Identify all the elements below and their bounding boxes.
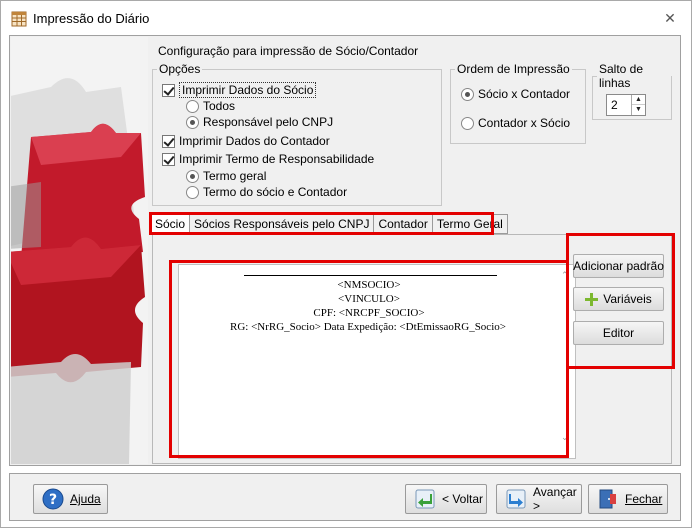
cnpj-responsible-radio[interactable]: Responsável pelo CNPJ xyxy=(186,115,333,129)
cnpj-responsible-label: Responsável pelo CNPJ xyxy=(203,115,334,129)
partner-accountant-order-radio[interactable]: Sócio x Contador xyxy=(461,87,570,101)
variables-button[interactable]: Variáveis xyxy=(573,287,664,311)
signature-line xyxy=(244,275,497,276)
footer-bar: ? Ajuda < Voltar Avançar > Fechar xyxy=(9,473,681,521)
back-button[interactable]: < Voltar xyxy=(405,484,487,514)
variables-label: Variáveis xyxy=(603,292,652,306)
partner-accountant-term-label: Termo do sócio e Contador xyxy=(203,185,348,199)
next-label: Avançar > xyxy=(533,485,577,513)
radio-unselected-icon xyxy=(461,116,474,130)
editor-content: <NMSOCIO> <VINCULO> CPF: <NRCPF_SOCIO> R… xyxy=(179,278,559,334)
add-default-button[interactable]: Adicionar padrão xyxy=(573,254,664,278)
editor-line: RG: <NrRG_Socio> Data Expedição: <DtEmis… xyxy=(230,321,506,333)
add-default-label: Adicionar padrão xyxy=(573,259,664,273)
tab-termo-geral[interactable]: Termo Geral xyxy=(431,214,508,234)
tab-socio[interactable]: Sócio xyxy=(150,214,191,235)
radio-unselected-icon xyxy=(186,185,199,199)
close-label: Fechar xyxy=(625,492,663,506)
radio-selected-icon xyxy=(461,87,474,101)
help-button[interactable]: ? Ajuda xyxy=(33,484,108,514)
help-label: Ajuda xyxy=(70,492,101,506)
section-heading: Configuração para impressão de Sócio/Con… xyxy=(158,44,419,58)
checkbox-checked-icon xyxy=(162,134,175,148)
wizard-panel: Configuração para impressão de Sócio/Con… xyxy=(9,35,681,466)
line-skip-spinner[interactable]: 2 ▲ ▼ xyxy=(606,94,646,116)
tab-strip: Sócio Sócios Responsáveis pelo CNPJ Cont… xyxy=(150,214,508,235)
line-skip-value[interactable]: 2 xyxy=(611,98,618,112)
spin-up-icon[interactable]: ▲ xyxy=(632,95,645,105)
spinner-buttons: ▲ ▼ xyxy=(631,95,645,115)
back-label: < Voltar xyxy=(442,492,484,506)
print-term-label: Imprimir Termo de Responsabilidade xyxy=(179,152,375,166)
plus-icon xyxy=(585,292,599,306)
exit-door-icon xyxy=(597,488,619,510)
scroll-down-icon[interactable]: ⌄ xyxy=(561,432,569,443)
partner-accountant-term-radio[interactable]: Termo do sócio e Contador xyxy=(186,185,347,199)
puzzle-artwork xyxy=(11,37,148,464)
accountant-partner-order-radio[interactable]: Contador x Sócio xyxy=(461,116,570,130)
help-icon: ? xyxy=(42,488,64,510)
editor-button[interactable]: Editor xyxy=(573,321,664,345)
back-arrow-icon xyxy=(414,488,436,510)
window-title: Impressão do Diário xyxy=(33,11,150,26)
todos-label: Todos xyxy=(203,99,236,113)
editor-line: CPF: <NRCPF_SOCIO> xyxy=(313,307,425,319)
next-arrow-icon xyxy=(505,488,527,510)
order-option1-label: Sócio x Contador xyxy=(478,87,571,101)
svg-text:?: ? xyxy=(49,492,57,508)
tab-contador[interactable]: Contador xyxy=(373,214,433,234)
print-order-group: Ordem de Impressão xyxy=(450,62,586,144)
print-partner-checkbox[interactable]: Imprimir Dados do Sócio xyxy=(162,82,317,98)
print-accountant-checkbox[interactable]: Imprimir Dados do Contador xyxy=(162,134,330,148)
template-editor[interactable]: <NMSOCIO> <VINCULO> CPF: <NRCPF_SOCIO> R… xyxy=(178,264,576,459)
next-button[interactable]: Avançar > xyxy=(496,484,582,514)
close-button[interactable]: Fechar xyxy=(588,484,668,514)
editor-line: <VINCULO> xyxy=(338,293,400,305)
editor-label: Editor xyxy=(602,326,635,340)
title-bar: Impressão do Diário ✕ xyxy=(1,1,691,35)
print-order-legend: Ordem de Impressão xyxy=(457,62,570,76)
general-term-radio[interactable]: Termo geral xyxy=(186,169,266,183)
editor-line: <NMSOCIO> xyxy=(337,279,401,291)
general-term-label: Termo geral xyxy=(203,169,267,183)
dialog-window: Impressão do Diário ✕ Configuração para … xyxy=(0,0,692,528)
print-partner-label: Imprimir Dados do Sócio xyxy=(179,82,317,98)
print-term-checkbox[interactable]: Imprimir Termo de Responsabilidade xyxy=(162,152,374,166)
todos-radio[interactable]: Todos xyxy=(186,99,235,113)
tab-cnpj-partners[interactable]: Sócios Responsáveis pelo CNPJ xyxy=(189,214,375,234)
radio-selected-icon xyxy=(186,169,199,183)
checkbox-checked-icon xyxy=(162,83,175,97)
options-legend: Opções xyxy=(159,62,201,76)
close-icon[interactable]: ✕ xyxy=(663,11,677,25)
radio-unselected-icon xyxy=(186,99,199,113)
order-option2-label: Contador x Sócio xyxy=(478,116,571,130)
spin-down-icon[interactable]: ▼ xyxy=(632,105,645,115)
radio-selected-icon xyxy=(186,115,199,129)
scroll-up-icon[interactable]: ⌃ xyxy=(561,270,569,281)
checkbox-checked-icon xyxy=(162,152,175,166)
table-icon xyxy=(11,11,27,27)
line-skip-legend: Salto de linhas xyxy=(599,62,644,90)
print-accountant-label: Imprimir Dados do Contador xyxy=(179,134,330,148)
